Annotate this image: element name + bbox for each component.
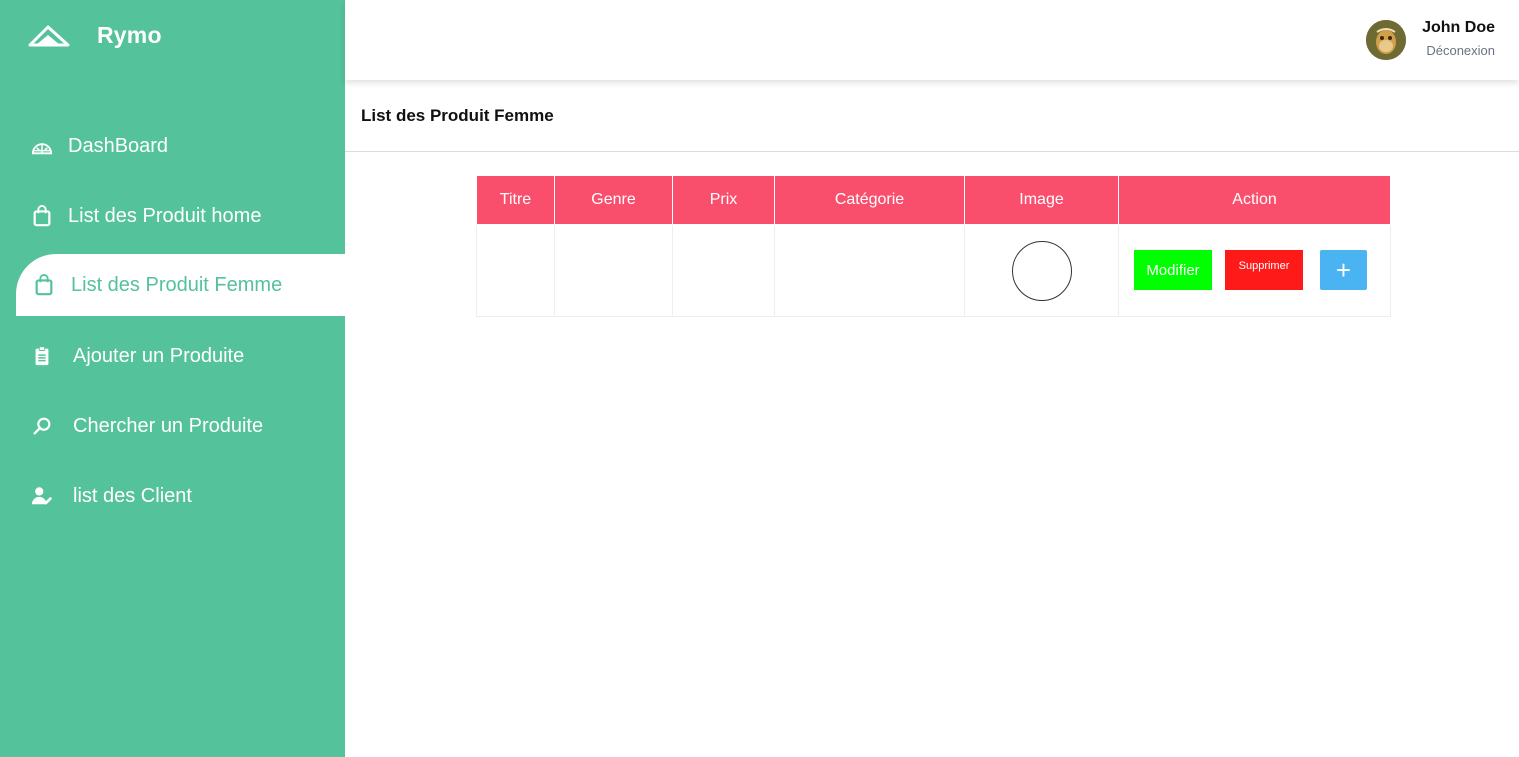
products-table: Titre Genre Prix Catégorie Image Action xyxy=(476,175,1391,317)
column-header-titre: Titre xyxy=(476,175,555,225)
avatar[interactable] xyxy=(1366,20,1407,60)
topbar: John Doe Déconexion xyxy=(345,0,1519,80)
products-table-wrapper: Titre Genre Prix Catégorie Image Action xyxy=(476,175,1391,317)
cell-categorie xyxy=(774,224,965,317)
shopping-bag-icon xyxy=(30,204,54,228)
cell-action: Modifier Supprimer + xyxy=(1118,224,1391,317)
add-button[interactable]: + xyxy=(1320,250,1367,290)
avatar-image xyxy=(1366,20,1407,60)
shopping-bag-icon xyxy=(32,273,56,297)
sidebar-item-label: Ajouter un Produite xyxy=(73,344,245,367)
page-title: List des Produit Femme xyxy=(361,106,554,125)
sidebar-item-label: DashBoard xyxy=(68,134,169,157)
user-name: John Doe xyxy=(1422,19,1495,36)
table-row: Modifier Supprimer + xyxy=(476,224,1391,317)
user-edit-icon xyxy=(30,484,54,508)
sidebar-item-produit-home[interactable]: List des Produit home xyxy=(0,181,345,251)
cell-image xyxy=(964,224,1119,317)
table-header-row: Titre Genre Prix Catégorie Image Action xyxy=(476,175,1391,225)
dashboard-icon xyxy=(30,134,54,158)
column-header-prix: Prix xyxy=(672,175,775,225)
brand[interactable]: Rymo xyxy=(28,22,162,49)
logout-link[interactable]: Déconexion xyxy=(1426,43,1495,58)
cell-prix xyxy=(672,224,775,317)
sidebar-item-produit-femme[interactable]: List des Produit Femme xyxy=(16,254,345,316)
sidebar-item-client[interactable]: list des Client xyxy=(0,461,345,531)
page-header: List des Produit Femme xyxy=(345,80,1519,152)
column-header-action: Action xyxy=(1118,175,1391,225)
clipboard-icon xyxy=(30,344,54,368)
supprimer-label: Supprimer xyxy=(1238,260,1290,272)
user-menu: John Doe Déconexion xyxy=(1366,18,1495,60)
sidebar-item-label: List des Produit home xyxy=(68,204,262,227)
sidebar-item-ajouter-produit[interactable]: Ajouter un Produite xyxy=(0,321,345,391)
product-image xyxy=(1011,240,1072,301)
search-icon xyxy=(30,414,54,438)
column-header-categorie: Catégorie xyxy=(774,175,965,225)
cell-titre xyxy=(476,224,555,317)
cell-genre xyxy=(554,224,673,317)
sidebar-item-label: Chercher un Produite xyxy=(73,414,264,437)
column-header-image: Image xyxy=(964,175,1119,225)
sidebar: Rymo DashBoard List des Produit home Lis… xyxy=(0,0,345,757)
supprimer-button[interactable]: Supprimer xyxy=(1225,250,1303,290)
modifier-button[interactable]: Modifier xyxy=(1134,250,1212,290)
sidebar-item-label: list des Client xyxy=(73,484,192,507)
sidebar-nav: DashBoard List des Produit home List des… xyxy=(0,111,345,531)
sidebar-item-chercher-produit[interactable]: Chercher un Produite xyxy=(0,391,345,461)
paper-plane-icon xyxy=(28,25,70,46)
sidebar-item-label: List des Produit Femme xyxy=(71,273,283,296)
sidebar-item-dashboard[interactable]: DashBoard xyxy=(0,111,345,181)
brand-name: Rymo xyxy=(97,22,162,48)
column-header-genre: Genre xyxy=(554,175,673,225)
